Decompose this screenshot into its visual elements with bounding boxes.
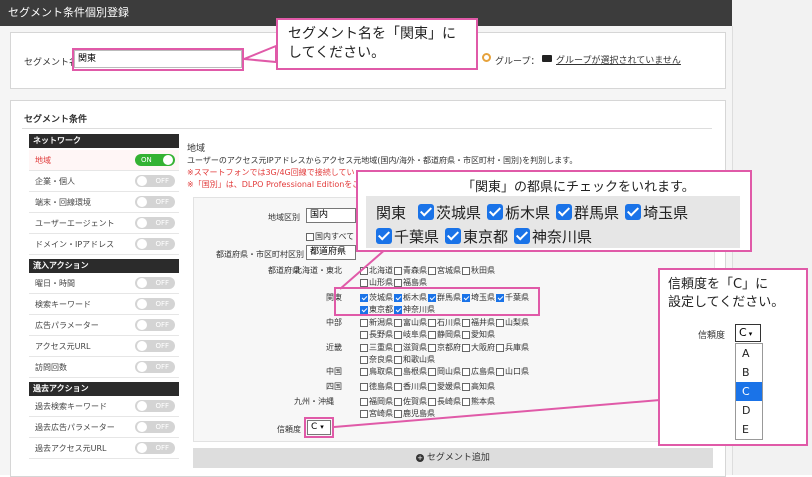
zoom-prefecture-checkbox[interactable]: 東京都 — [445, 228, 508, 246]
reliability-zoom-connector — [333, 399, 661, 428]
dropdown-option[interactable]: E — [736, 420, 762, 439]
reliability-zoom-callout: 信頼度を「C」に 設定してください。 信頼度 C ▾ ABCDE — [658, 268, 808, 446]
zoom-prefecture-label: 神奈川県 — [532, 228, 593, 246]
dropdown-option[interactable]: D — [736, 401, 762, 420]
dropdown-option[interactable]: C — [736, 382, 762, 401]
kanto-zoom-connector — [339, 247, 388, 290]
kanto-zoom-callout: 「関東」の都県にチェックをいれます。 関東 茨城県 栃木県 群馬県 埼玉県千葉県 東京都 神… — [356, 170, 752, 252]
reliability-zoom-label: 信頼度 — [698, 331, 726, 341]
chevron-down-icon: ▾ — [748, 330, 753, 338]
checkbox[interactable] — [514, 228, 531, 244]
reliability-zoom-value: C — [739, 326, 747, 339]
zoom-prefecture-checkbox[interactable]: 埼玉県 — [625, 204, 688, 222]
reliability-dropdown-list[interactable]: ABCDE — [735, 343, 763, 440]
zoom-prefecture-checkbox[interactable]: 千葉県 — [376, 228, 439, 246]
zoom-prefecture-checkbox[interactable]: 群馬県 — [556, 204, 619, 222]
checkbox[interactable] — [445, 228, 462, 244]
reliability-instruction: 信頼度を「C」に 設定してください。 — [668, 277, 785, 310]
zoom-prefecture-label: 千葉県 — [394, 228, 440, 246]
kanto-zoom-panel: 関東 茨城県 栃木県 群馬県 埼玉県千葉県 東京都 神奈川県 — [366, 196, 740, 248]
zoom-prefecture-label: 茨城県 — [436, 204, 482, 222]
zoom-prefecture-checkbox[interactable]: 栃木県 — [487, 204, 550, 222]
zoom-prefecture-label: 群馬県 — [574, 204, 620, 222]
zoom-prefecture-label: 東京都 — [463, 228, 509, 246]
dropdown-option[interactable]: A — [736, 344, 762, 363]
app-page: セグメント条件個別登録 セグメント名 関東 グループ： グループが選択されていま… — [0, 0, 812, 477]
segment-callout-pointer — [243, 44, 277, 64]
checkbox[interactable] — [556, 204, 573, 220]
checkbox[interactable] — [625, 204, 642, 220]
checkbox[interactable] — [418, 204, 435, 220]
zoom-area-label: 関東 — [376, 204, 407, 222]
zoom-prefecture-checkbox[interactable]: 茨城県 — [418, 204, 481, 222]
zoom-prefecture-label: 栃木県 — [505, 204, 551, 222]
kanto-instruction: 「関東」の都県にチェックをいれます。 — [462, 180, 695, 195]
kanto-zoom-content: 関東 茨城県 栃木県 群馬県 埼玉県千葉県 東京都 神奈川県 — [376, 201, 736, 249]
zoom-prefecture-label: 埼玉県 — [643, 204, 689, 222]
segment-name-callout: セグメント名を「関東」に してください。 — [276, 18, 478, 70]
checkbox[interactable] — [487, 204, 504, 220]
zoom-prefecture-checkbox[interactable]: 神奈川県 — [514, 228, 592, 246]
checkbox[interactable] — [376, 228, 392, 244]
reliability-zoom-select[interactable]: C ▾ — [735, 324, 761, 342]
dropdown-option[interactable]: B — [736, 363, 762, 382]
